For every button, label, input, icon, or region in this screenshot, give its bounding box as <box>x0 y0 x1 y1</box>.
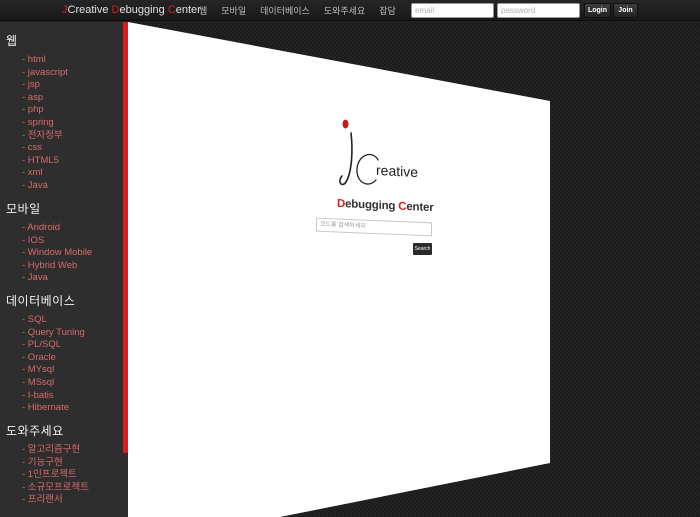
title-letter-d: D <box>337 197 346 211</box>
title-word-center: enter <box>406 200 434 215</box>
main-content-panel <box>128 22 550 517</box>
search-button[interactable]: Search <box>413 243 432 255</box>
panel-surface <box>128 22 550 517</box>
title-word-debugging: ebugging <box>345 198 399 213</box>
logo-word: reative <box>376 161 419 181</box>
logo-dot <box>342 119 349 129</box>
